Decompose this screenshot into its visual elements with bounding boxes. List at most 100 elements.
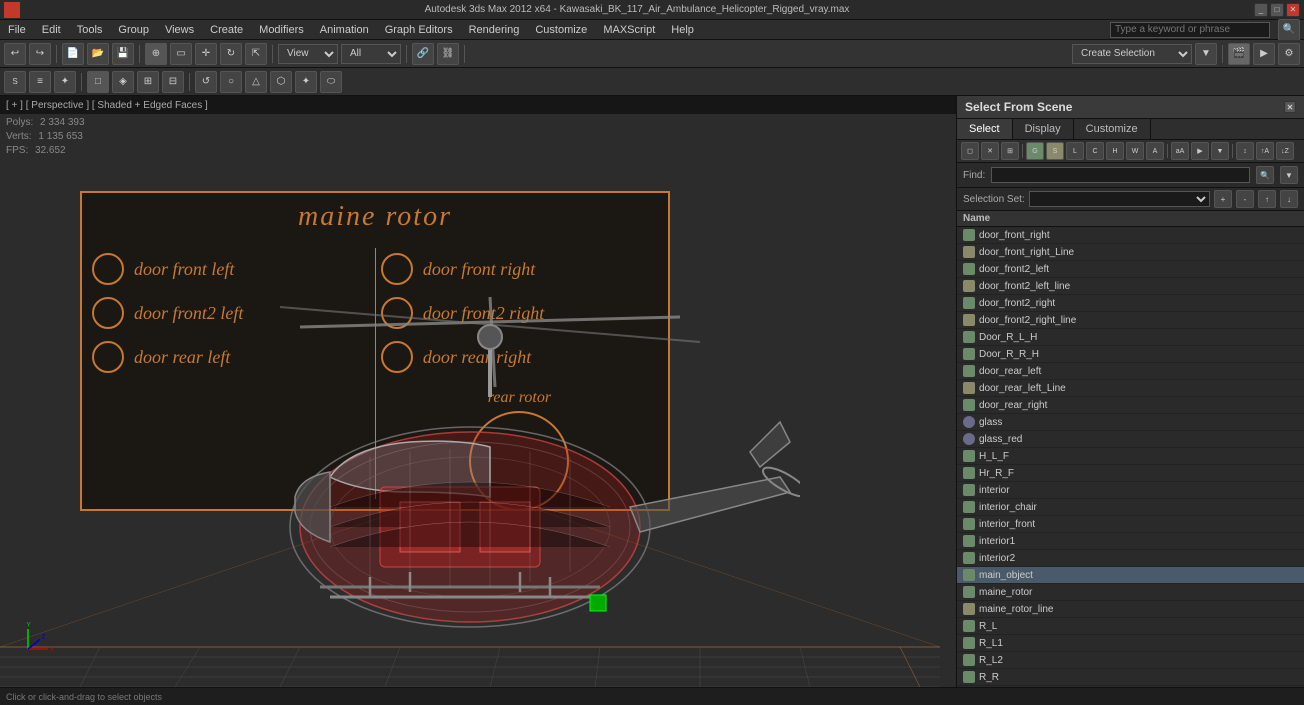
list-item[interactable]: door_front2_left bbox=[957, 261, 1304, 278]
list-item[interactable]: Hr_R_F bbox=[957, 465, 1304, 482]
titlebar-controls[interactable]: _ □ ✕ bbox=[1254, 3, 1300, 17]
menu-group[interactable]: Group bbox=[114, 24, 153, 36]
selset-dn-btn[interactable]: ↓ bbox=[1280, 190, 1298, 208]
create-sel-button[interactable]: ▼ bbox=[1195, 43, 1217, 65]
list-item[interactable]: door_rear_right bbox=[957, 397, 1304, 414]
rp-filter-cam-btn[interactable]: C bbox=[1086, 142, 1104, 160]
all-dropdown[interactable]: All bbox=[341, 44, 401, 64]
search-button[interactable]: 🔍 bbox=[1278, 19, 1300, 41]
rp-select-inv-btn[interactable]: ⊞ bbox=[1001, 142, 1019, 160]
list-item[interactable]: R_L1 bbox=[957, 635, 1304, 652]
menu-file[interactable]: File bbox=[4, 24, 30, 36]
tb2-btn3[interactable]: ✦ bbox=[54, 71, 76, 93]
tb2-btn6[interactable]: ⊞ bbox=[137, 71, 159, 93]
tb2-btn10[interactable]: △ bbox=[245, 71, 267, 93]
view-dropdown[interactable]: View bbox=[278, 44, 338, 64]
list-item[interactable]: door_front2_right_line bbox=[957, 312, 1304, 329]
undo-button[interactable]: ↩ bbox=[4, 43, 26, 65]
menu-tools[interactable]: Tools bbox=[73, 24, 107, 36]
list-item[interactable]: interior_front bbox=[957, 516, 1304, 533]
tab-select[interactable]: Select bbox=[957, 119, 1013, 139]
select-region-button[interactable]: ▭ bbox=[170, 43, 192, 65]
scale-button[interactable]: ⇱ bbox=[245, 43, 267, 65]
find-input[interactable] bbox=[991, 167, 1250, 183]
tb2-btn7[interactable]: ⊟ bbox=[162, 71, 184, 93]
list-item[interactable]: glass bbox=[957, 414, 1304, 431]
search-input[interactable] bbox=[1110, 22, 1270, 38]
rp-select-none-btn[interactable]: ✕ bbox=[981, 142, 999, 160]
unlink-button[interactable]: ⛓ bbox=[437, 43, 459, 65]
menu-maxscript[interactable]: MAXScript bbox=[599, 24, 659, 36]
render-frame-button[interactable]: 🎬 bbox=[1228, 43, 1250, 65]
new-button[interactable]: 📄 bbox=[62, 43, 84, 65]
tb2-btn12[interactable]: ✦ bbox=[295, 71, 317, 93]
menu-views[interactable]: Views bbox=[161, 24, 198, 36]
rp-collapse-btn[interactable]: ▼ bbox=[1211, 142, 1229, 160]
redo-button[interactable]: ↪ bbox=[29, 43, 51, 65]
rp-filter-helper-btn[interactable]: H bbox=[1106, 142, 1124, 160]
list-item[interactable]: Door_R_L_H bbox=[957, 329, 1304, 346]
menu-animation[interactable]: Animation bbox=[316, 24, 373, 36]
tab-customize[interactable]: Customize bbox=[1074, 119, 1151, 139]
save-button[interactable]: 💾 bbox=[112, 43, 134, 65]
rp-filter-light-btn[interactable]: L bbox=[1066, 142, 1084, 160]
open-button[interactable]: 📂 bbox=[87, 43, 109, 65]
rp-expand-btn[interactable]: ▶ bbox=[1191, 142, 1209, 160]
rp-case-sensitive-btn[interactable]: aA bbox=[1171, 142, 1189, 160]
list-item[interactable]: door_front_right_Line bbox=[957, 244, 1304, 261]
menu-help[interactable]: Help bbox=[667, 24, 698, 36]
render-settings-button[interactable]: ⚙ bbox=[1278, 43, 1300, 65]
selset-add-btn[interactable]: + bbox=[1214, 190, 1232, 208]
menu-customize[interactable]: Customize bbox=[531, 24, 591, 36]
minimize-button[interactable]: _ bbox=[1254, 3, 1268, 17]
rp-filter-geo-btn[interactable]: G bbox=[1026, 142, 1044, 160]
list-item[interactable]: glass_red bbox=[957, 431, 1304, 448]
list-item[interactable]: interior bbox=[957, 482, 1304, 499]
list-item[interactable]: interior_chair bbox=[957, 499, 1304, 516]
list-item[interactable]: Door_R_R_H bbox=[957, 346, 1304, 363]
menu-rendering[interactable]: Rendering bbox=[465, 24, 524, 36]
rp-filter-all-btn[interactable]: A bbox=[1146, 142, 1164, 160]
list-item[interactable]: door_front2_left_line bbox=[957, 278, 1304, 295]
restore-button[interactable]: □ bbox=[1270, 3, 1284, 17]
list-item[interactable]: interior2 bbox=[957, 550, 1304, 567]
create-selection-dropdown[interactable]: Create Selection bbox=[1072, 44, 1192, 64]
list-item[interactable]: H_L_F bbox=[957, 448, 1304, 465]
viewport[interactable]: maine rotor door front left door front2 … bbox=[0, 96, 956, 687]
tb2-btn11[interactable]: ⬡ bbox=[270, 71, 292, 93]
render-button[interactable]: ▶ bbox=[1253, 43, 1275, 65]
list-item[interactable]: R_L bbox=[957, 618, 1304, 635]
list-item[interactable]: door_rear_left_Line bbox=[957, 380, 1304, 397]
list-item[interactable]: door_front_right bbox=[957, 227, 1304, 244]
list-item[interactable]: door_front2_right bbox=[957, 295, 1304, 312]
rp-close-button[interactable]: ✕ bbox=[1284, 101, 1296, 113]
menu-edit[interactable]: Edit bbox=[38, 24, 65, 36]
tb2-btn1[interactable]: S bbox=[4, 71, 26, 93]
close-button[interactable]: ✕ bbox=[1286, 3, 1300, 17]
rp-filter-wsm-btn[interactable]: W bbox=[1126, 142, 1144, 160]
list-item[interactable]: maine_rotor bbox=[957, 584, 1304, 601]
tb2-btn2[interactable]: ≡ bbox=[29, 71, 51, 93]
menu-create[interactable]: Create bbox=[206, 24, 247, 36]
link-button[interactable]: 🔗 bbox=[412, 43, 434, 65]
tb2-btn13[interactable]: ⬭ bbox=[320, 71, 342, 93]
selset-up-btn[interactable]: ↑ bbox=[1258, 190, 1276, 208]
rp-sort-btn[interactable]: ↕ bbox=[1236, 142, 1254, 160]
list-item[interactable]: door_rear_left bbox=[957, 363, 1304, 380]
tab-display[interactable]: Display bbox=[1013, 119, 1074, 139]
menu-graph-editors[interactable]: Graph Editors bbox=[381, 24, 457, 36]
rotate-button[interactable]: ↻ bbox=[220, 43, 242, 65]
find-options-button[interactable]: ▼ bbox=[1280, 166, 1298, 184]
select-button[interactable]: ⊕ bbox=[145, 43, 167, 65]
scene-objects-list[interactable]: door_front_rightdoor_front_right_Linedoo… bbox=[957, 227, 1304, 687]
find-button[interactable]: 🔍 bbox=[1256, 166, 1274, 184]
selset-dropdown[interactable] bbox=[1029, 191, 1210, 207]
list-item[interactable]: main_object bbox=[957, 567, 1304, 584]
list-item[interactable]: maine_rotor_line bbox=[957, 601, 1304, 618]
list-item[interactable]: R_R bbox=[957, 669, 1304, 686]
selset-sub-btn[interactable]: - bbox=[1236, 190, 1254, 208]
rp-sort-asc-btn[interactable]: ↑A bbox=[1256, 142, 1274, 160]
tb2-btn8[interactable]: ↺ bbox=[195, 71, 217, 93]
tb2-btn4[interactable]: □ bbox=[87, 71, 109, 93]
list-item[interactable]: R_L2 bbox=[957, 652, 1304, 669]
